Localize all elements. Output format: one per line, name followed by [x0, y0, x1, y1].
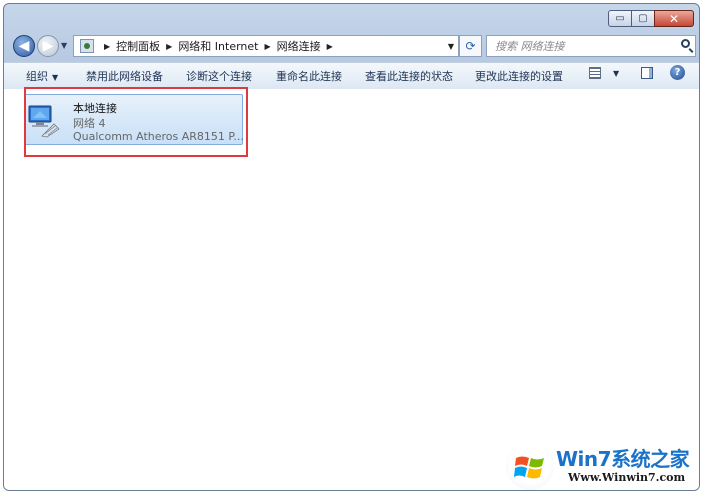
maximize-icon: ▢ [638, 13, 648, 24]
breadcrumb-control-panel[interactable]: 控制面板 [116, 38, 160, 54]
control-panel-icon [80, 39, 94, 53]
close-icon: ✕ [668, 11, 680, 26]
watermark-logo [506, 442, 554, 490]
view-status-button[interactable]: 查看此连接的状态 [365, 68, 453, 84]
minimize-button[interactable]: ▭ [608, 10, 632, 27]
chevron-down-icon: ▼ [447, 41, 454, 51]
refresh-button[interactable]: ⟳ [459, 35, 482, 57]
back-button[interactable]: ◀ [13, 35, 35, 57]
network-connections-window: ▭ ▢ ✕ ◀ ▶ ▼ ▶ 控制面板 ▶ 网络和 Internet ▶ 网络连接… [3, 3, 700, 491]
breadcrumb-separator-icon[interactable]: ▶ [104, 42, 110, 51]
view-options-icon[interactable] [589, 67, 601, 79]
change-settings-button[interactable]: 更改此连接的设置 [475, 68, 563, 84]
title-bar: ▭ ▢ ✕ [4, 4, 699, 32]
chevron-down-icon: ▼ [61, 41, 68, 50]
search-input[interactable]: 搜索 网络连接 [486, 35, 696, 57]
arrow-right-icon: ▶ [42, 38, 54, 54]
address-history-dropdown[interactable]: ▼ [448, 42, 454, 51]
chevron-down-icon[interactable]: ▼ [613, 69, 619, 78]
highlight-annotation-box [24, 87, 248, 157]
forward-button[interactable]: ▶ [37, 35, 59, 57]
diagnose-connection-button[interactable]: 诊断这个连接 [186, 68, 252, 84]
breadcrumb-separator-icon[interactable]: ▶ [166, 42, 172, 51]
organize-menu[interactable]: 组织 ▼ [26, 68, 58, 84]
site-watermark: Win7系统之家 Www.Winwin7.com [506, 438, 701, 493]
disable-device-button[interactable]: 禁用此网络设备 [86, 68, 163, 84]
organize-label: 组织 [26, 70, 48, 83]
breadcrumb-network-connections[interactable]: 网络连接 [277, 38, 321, 54]
breadcrumb-network-internet[interactable]: 网络和 Internet [178, 38, 258, 54]
search-icon[interactable] [681, 39, 690, 48]
refresh-icon: ⟳ [465, 39, 476, 53]
window-controls: ▭ ▢ ✕ [608, 10, 694, 27]
connections-list: 本地连接 网络 4 Qualcomm Atheros AR8151 P... [4, 87, 699, 490]
search-placeholder: 搜索 网络连接 [495, 40, 565, 53]
close-button[interactable]: ✕ [654, 10, 694, 27]
command-bar: 组织 ▼ 禁用此网络设备 诊断这个连接 重命名此连接 查看此连接的状态 更改此连接… [4, 62, 699, 90]
preview-pane-icon[interactable] [641, 67, 653, 79]
watermark-title: Win7系统之家 [556, 447, 690, 471]
minimize-icon: ▭ [615, 13, 625, 24]
address-bar: ◀ ▶ ▼ ▶ 控制面板 ▶ 网络和 Internet ▶ 网络连接 ▶ ▼ ⟳… [4, 32, 699, 62]
breadcrumb-separator-icon[interactable]: ▶ [327, 42, 333, 51]
maximize-button[interactable]: ▢ [631, 10, 655, 27]
help-icon[interactable]: ? [670, 65, 685, 80]
watermark-url: Www.Winwin7.com [568, 471, 686, 484]
chevron-down-icon: ▼ [52, 73, 59, 82]
breadcrumb-separator-icon[interactable]: ▶ [265, 42, 271, 51]
windows-flag-icon [514, 456, 544, 479]
arrow-left-icon: ◀ [18, 38, 30, 54]
rename-connection-button[interactable]: 重命名此连接 [276, 68, 342, 84]
breadcrumb[interactable]: ▶ 控制面板 ▶ 网络和 Internet ▶ 网络连接 ▶ ▼ [73, 35, 459, 57]
recent-pages-dropdown[interactable]: ▼ [61, 41, 67, 50]
